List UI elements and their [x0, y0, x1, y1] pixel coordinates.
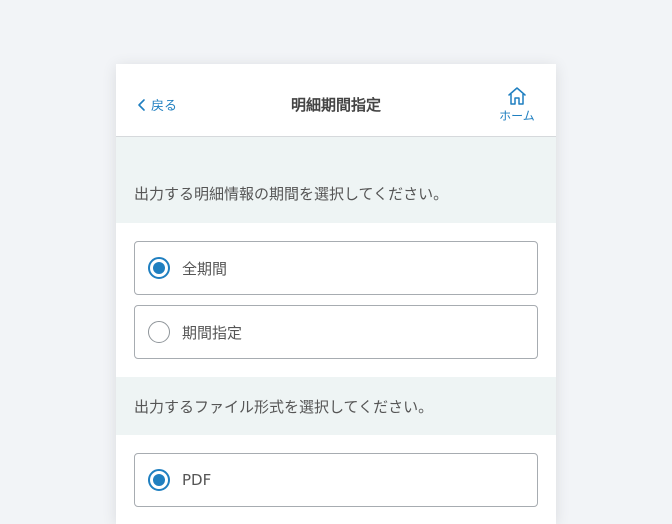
home-button[interactable]: ホーム: [496, 86, 538, 124]
header-bar: 戻る 明細期間指定 ホーム: [116, 64, 556, 137]
option-label: PDF: [182, 471, 212, 489]
home-icon: [508, 87, 526, 105]
period-options: 全期間 期間指定: [116, 223, 556, 359]
period-prompt: 出力する明細情報の期間を選択してください。: [116, 137, 556, 223]
radio-unselected-icon[interactable]: [148, 321, 170, 343]
radio-selected-icon[interactable]: [148, 469, 170, 491]
option-all-period[interactable]: 全期間: [134, 241, 538, 295]
radio-selected-icon[interactable]: [148, 257, 170, 279]
format-options: PDF: [116, 435, 556, 507]
option-label: 期間指定: [182, 323, 243, 342]
home-label: ホーム: [499, 109, 535, 123]
format-prompt: 出力するファイル形式を選択してください。: [116, 377, 556, 435]
option-label: 全期間: [182, 259, 228, 278]
option-specify-period[interactable]: 期間指定: [134, 305, 538, 359]
page-title: 明細期間指定: [290, 96, 381, 114]
statement-period-panel: 戻る 明細期間指定 ホーム 出力する明細情報の期間を選択してください。 全期間 …: [116, 64, 556, 524]
option-pdf[interactable]: PDF: [134, 453, 538, 507]
